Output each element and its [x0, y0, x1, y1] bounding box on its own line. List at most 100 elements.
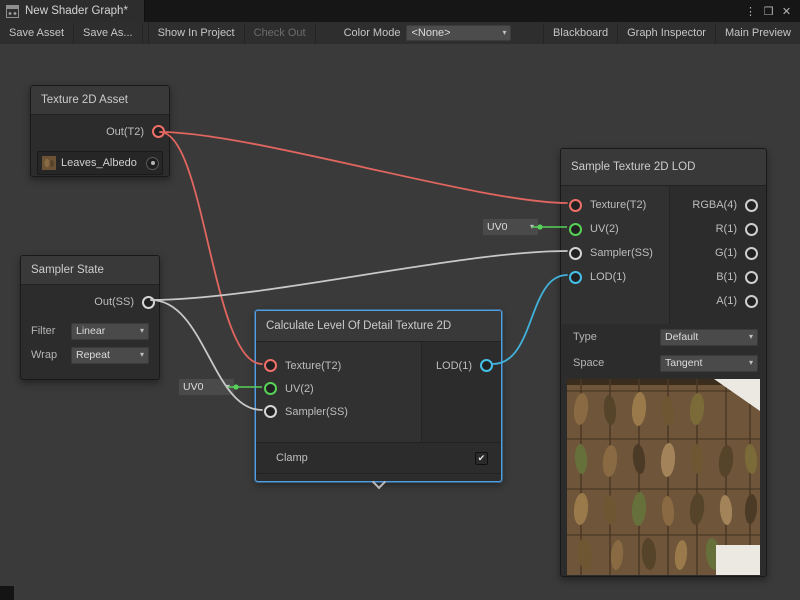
port-row: A(1): [561, 289, 766, 313]
uv-channel-value: UV0: [487, 221, 507, 233]
port-label: Texture(T2): [590, 199, 646, 211]
shader-graph-window: New Shader Graph* ⋮ ❒ ✕ Save Asset Save …: [0, 0, 800, 600]
texture-object-field[interactable]: Leaves_Albedo: [37, 151, 163, 175]
port-out-a[interactable]: [745, 295, 758, 308]
port-out-lod[interactable]: [480, 359, 493, 372]
save-as-button[interactable]: Save As...: [74, 23, 143, 44]
node-header[interactable]: Calculate Level Of Detail Texture 2D: [256, 311, 501, 342]
show-in-project-button[interactable]: Show In Project: [148, 23, 245, 44]
wrap-dropdown[interactable]: Repeat ▾: [71, 347, 149, 364]
object-picker-dot: [151, 161, 155, 165]
type-value: Default: [665, 331, 698, 343]
save-asset-button[interactable]: Save Asset: [0, 23, 74, 44]
main-preview-toggle[interactable]: Main Preview: [715, 23, 800, 44]
close-icon[interactable]: ✕: [778, 2, 795, 20]
color-mode-value: <None>: [411, 27, 450, 39]
collapse-control[interactable]: [256, 473, 501, 495]
toolbar-right-group: Blackboard Graph Inspector Main Preview: [543, 23, 800, 44]
node-title: Texture 2D Asset: [41, 94, 128, 106]
chevron-down-icon: [371, 475, 385, 489]
toolbar: Save Asset Save As... Show In Project Ch…: [0, 22, 800, 45]
port-label: A(1): [716, 295, 737, 307]
maximize-icon[interactable]: ❒: [760, 2, 777, 20]
port-in-sampler[interactable]: [264, 405, 277, 418]
preview-image: [567, 379, 760, 575]
port-row: Texture(T2) RGBA(4): [561, 193, 766, 217]
chevron-down-icon: ▾: [226, 383, 230, 391]
type-row: Type Default ▾: [561, 324, 766, 350]
port-in-uv[interactable]: [569, 223, 582, 236]
node-header[interactable]: Texture 2D Asset: [31, 86, 169, 115]
node-sample-texture-2d-lod[interactable]: Sample Texture 2D LOD Texture(T2) RGBA(4…: [560, 148, 767, 577]
port-out-ss[interactable]: [142, 296, 155, 309]
port-row: UV(2) R(1): [561, 217, 766, 241]
document-tab[interactable]: New Shader Graph*: [0, 0, 145, 22]
column-divider: [669, 186, 670, 324]
color-mode-dropdown[interactable]: <None> ▾: [406, 25, 511, 41]
wire-lod-to-sample[interactable]: [493, 275, 567, 364]
port-out-r[interactable]: [745, 223, 758, 236]
ports-area: Texture(T2) UV(2) Sampler(SS) LOD(1): [256, 342, 501, 442]
space-row: Space Tangent ▾: [561, 350, 766, 376]
port-out-b[interactable]: [745, 271, 758, 284]
port-label: LOD(1): [436, 360, 472, 372]
graph-canvas[interactable]: Texture 2D Asset Out(T2) Leaves_Albedo S…: [0, 44, 800, 600]
clamp-checkbox[interactable]: ✔: [475, 452, 488, 465]
space-dropdown[interactable]: Tangent ▾: [660, 355, 758, 372]
wire-sampler-to-sample[interactable]: [151, 251, 567, 300]
chevron-down-icon: ▾: [140, 351, 144, 359]
port-label: UV(2): [285, 383, 314, 395]
port-label: G(1): [715, 247, 737, 259]
port-label: Sampler(SS): [285, 406, 348, 418]
input-row: Sampler(SS): [256, 400, 501, 423]
port-out-t2[interactable]: [152, 125, 165, 138]
window-controls: ⋮ ❒ ✕: [742, 2, 800, 20]
node-header[interactable]: Sample Texture 2D LOD: [561, 149, 766, 186]
wrap-row: Wrap Repeat ▾: [21, 343, 159, 367]
texture-asset-name: Leaves_Albedo: [61, 157, 141, 169]
port-in-texture[interactable]: [264, 359, 277, 372]
wrap-value: Repeat: [76, 349, 110, 361]
space-label: Space: [573, 357, 617, 369]
uv-channel-dropdown-calc[interactable]: UV0 ▾: [178, 378, 235, 396]
port-out-g[interactable]: [745, 247, 758, 260]
node-title: Sample Texture 2D LOD: [571, 161, 695, 173]
wrap-label: Wrap: [31, 349, 65, 361]
chevron-down-icon: ▾: [749, 359, 753, 367]
wire-texture-to-calc[interactable]: [160, 132, 262, 364]
filter-dropdown[interactable]: Linear ▾: [71, 323, 149, 340]
clamp-label: Clamp: [276, 452, 308, 464]
filter-label: Filter: [31, 325, 65, 337]
output-row: Out(T2): [31, 115, 169, 148]
port-label: Out(SS): [94, 296, 134, 308]
port-in-lod[interactable]: [569, 271, 582, 284]
port-label: UV(2): [590, 223, 619, 235]
port-out-rgba[interactable]: [745, 199, 758, 212]
type-label: Type: [573, 331, 617, 343]
port-in-uv[interactable]: [264, 382, 277, 395]
document-title: New Shader Graph*: [25, 5, 128, 17]
node-calculate-lod-texture-2d[interactable]: Calculate Level Of Detail Texture 2D Tex…: [255, 310, 502, 482]
port-in-sampler[interactable]: [569, 247, 582, 260]
uv-channel-dropdown-sample[interactable]: UV0 ▾: [482, 218, 539, 236]
blackboard-toggle[interactable]: Blackboard: [543, 23, 617, 44]
port-in-texture[interactable]: [569, 199, 582, 212]
port-label: B(1): [716, 271, 737, 283]
titlebar: New Shader Graph* ⋮ ❒ ✕: [0, 0, 800, 22]
node-texture-2d-asset[interactable]: Texture 2D Asset Out(T2) Leaves_Albedo: [30, 85, 170, 177]
ports-area: Texture(T2) RGBA(4) UV(2) R(1) Sampler(S…: [561, 186, 766, 324]
menu-icon[interactable]: ⋮: [742, 2, 759, 20]
port-row: Sampler(SS) G(1): [561, 241, 766, 265]
port-label: Sampler(SS): [590, 247, 653, 259]
node-header[interactable]: Sampler State: [21, 256, 159, 285]
clamp-row: Clamp ✔: [256, 442, 501, 473]
check-out-button: Check Out: [245, 23, 316, 44]
type-dropdown[interactable]: Default ▾: [660, 329, 758, 346]
object-picker-icon[interactable]: [146, 157, 159, 170]
column-divider: [421, 342, 422, 442]
graph-inspector-toggle[interactable]: Graph Inspector: [617, 23, 715, 44]
wire-texture-to-sample[interactable]: [160, 132, 567, 203]
port-label: R(1): [716, 223, 737, 235]
color-mode-label: Color Mode: [316, 27, 407, 39]
node-sampler-state[interactable]: Sampler State Out(SS) Filter Linear ▾ Wr…: [20, 255, 160, 380]
